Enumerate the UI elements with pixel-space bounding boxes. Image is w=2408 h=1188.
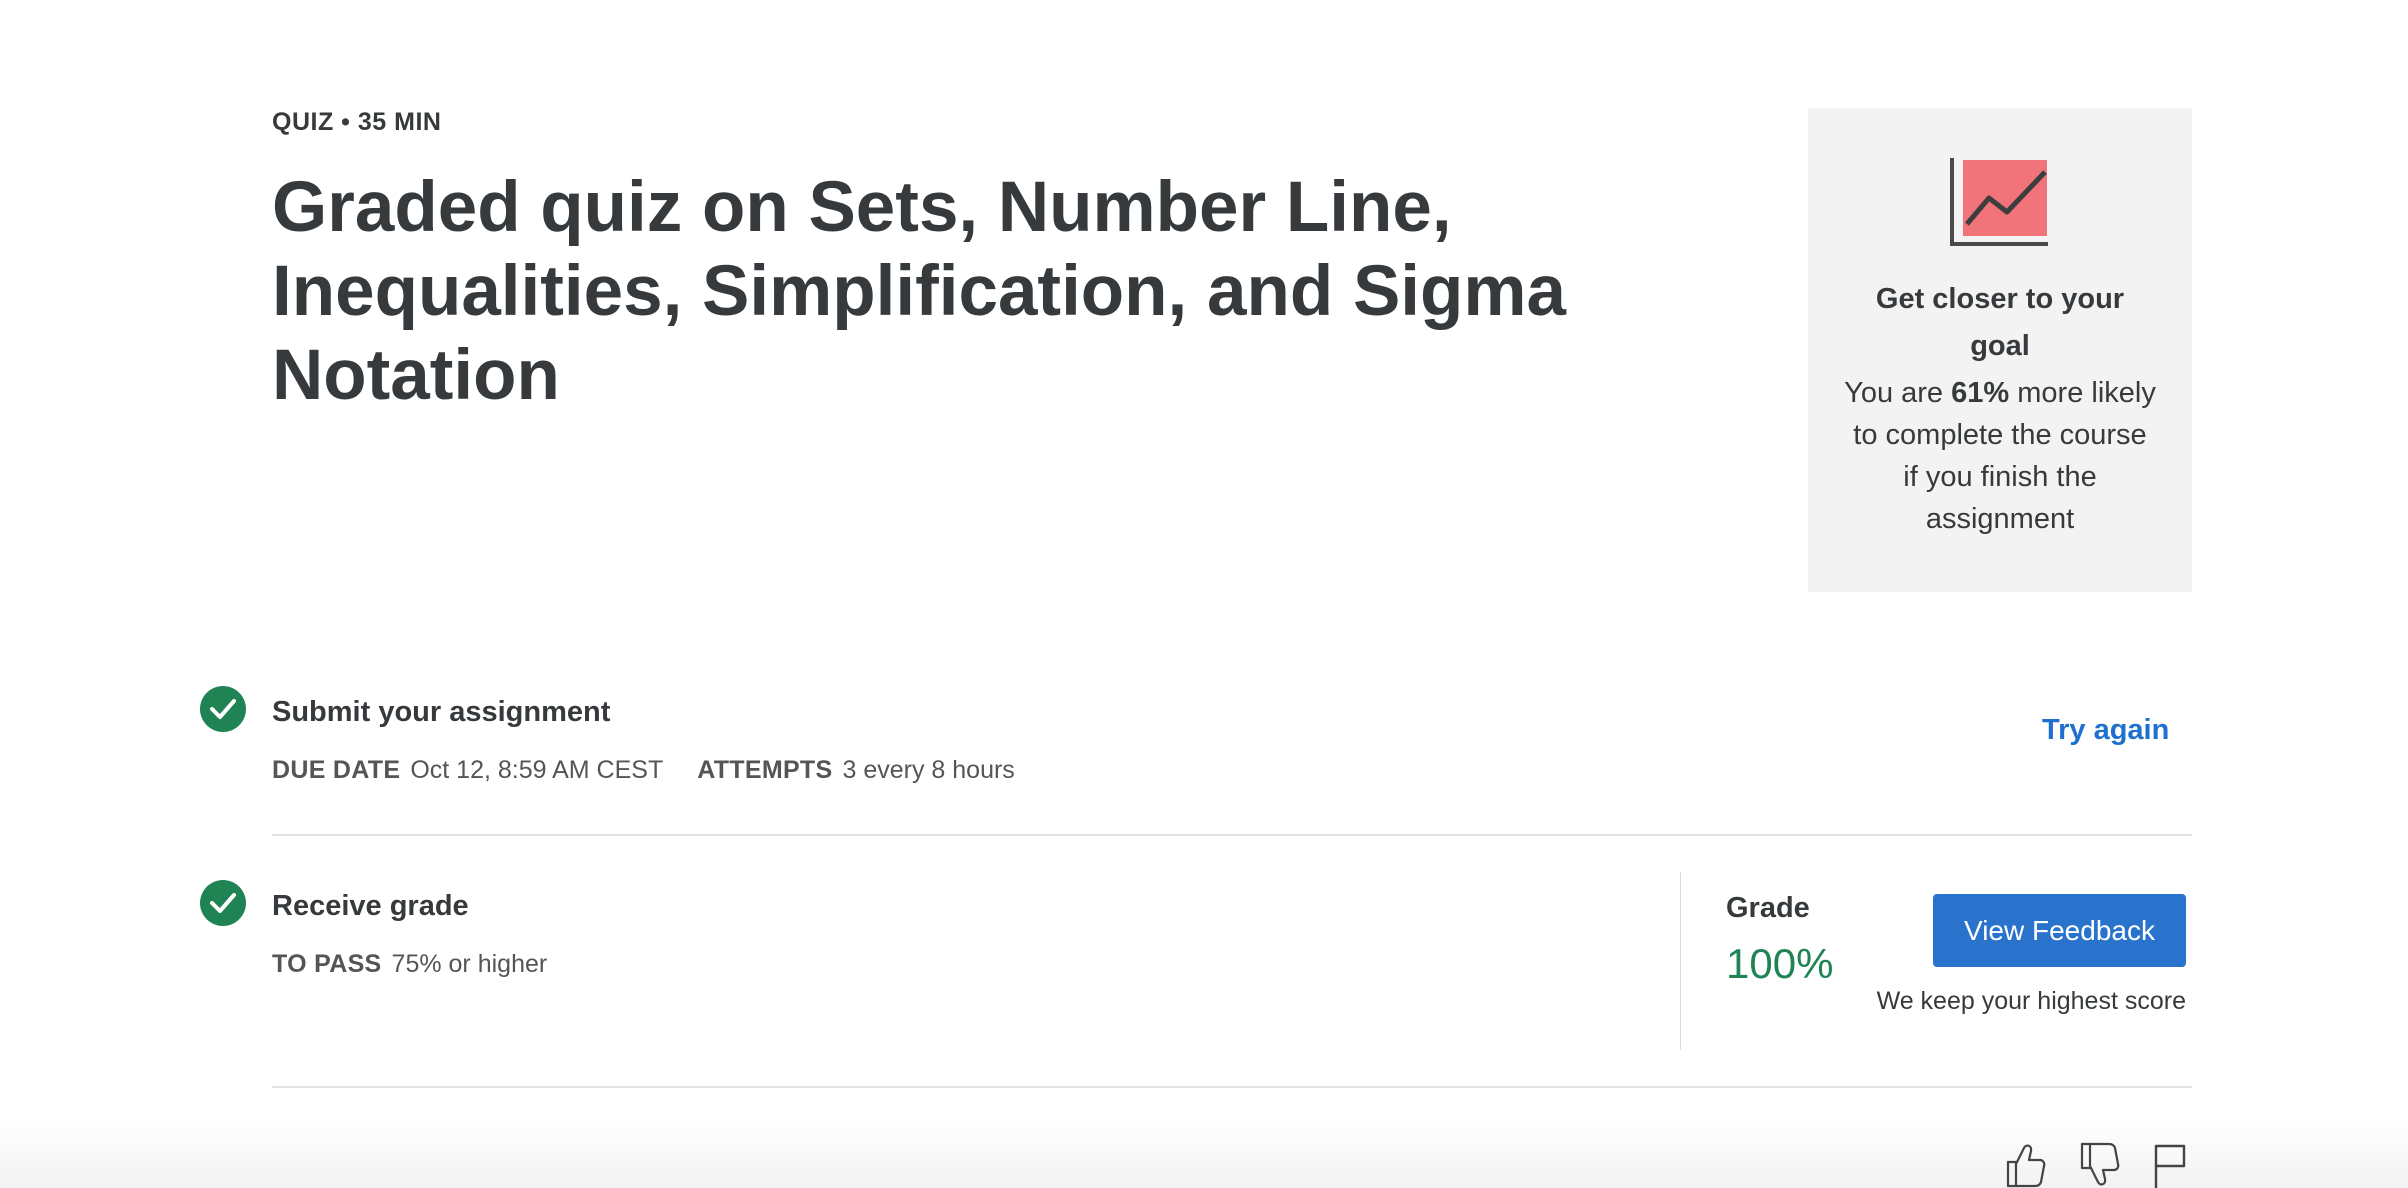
receive-grade-title: Receive grade xyxy=(272,890,469,922)
highest-score-note: We keep your highest score xyxy=(1876,987,2186,1015)
submit-check-icon xyxy=(200,686,246,732)
grade-value: 100% xyxy=(1726,940,1834,987)
goal-text: You are 61% more likely to complete the … xyxy=(1808,372,2192,540)
to-pass-value: 75% or higher xyxy=(391,950,548,978)
thumbs-up-icon[interactable] xyxy=(2004,1142,2046,1188)
divider xyxy=(272,834,2192,836)
due-date-label: DUE DATE xyxy=(272,756,401,784)
submit-title: Submit your assignment xyxy=(272,696,611,728)
view-feedback-button[interactable]: View Feedback xyxy=(1933,894,2186,967)
grade-check-icon xyxy=(200,880,246,926)
goal-heading: Get closer to your goal xyxy=(1875,283,2125,362)
goal-card: Get closer to your goal You are 61% more… xyxy=(1808,108,2192,592)
attempts-value: 3 every 8 hours xyxy=(842,756,1015,784)
feedback-icons xyxy=(2004,1142,2194,1188)
flag-icon[interactable] xyxy=(2150,1142,2192,1188)
vertical-divider xyxy=(1680,872,1681,1050)
submit-meta: DUE DATE Oct 12, 8:59 AM CEST ATTEMPTS 3 ev… xyxy=(272,756,1015,785)
quiz-page: QUIZ • 35 MIN Graded quiz on Sets, Numbe… xyxy=(0,0,2408,1188)
attempts-label: ATTEMPTS xyxy=(697,756,833,784)
quiz-meta: QUIZ • 35 MIN xyxy=(272,108,442,136)
due-date-value: Oct 12, 8:59 AM CEST xyxy=(410,756,664,784)
to-pass-label: TO PASS xyxy=(272,950,382,978)
goal-text-before: You are xyxy=(1844,377,1944,409)
grade-label: Grade xyxy=(1726,892,1810,924)
thumbs-down-icon[interactable] xyxy=(2078,1142,2120,1188)
try-again-link[interactable]: Try again xyxy=(2042,714,2169,747)
goal-percent: 61% xyxy=(1951,377,2010,409)
pass-meta: TO PASS 75% or higher xyxy=(272,950,547,979)
page-title: Graded quiz on Sets, Number Line, Inequa… xyxy=(272,168,1567,415)
divider xyxy=(272,1086,2192,1088)
chart-icon xyxy=(1950,158,2048,246)
